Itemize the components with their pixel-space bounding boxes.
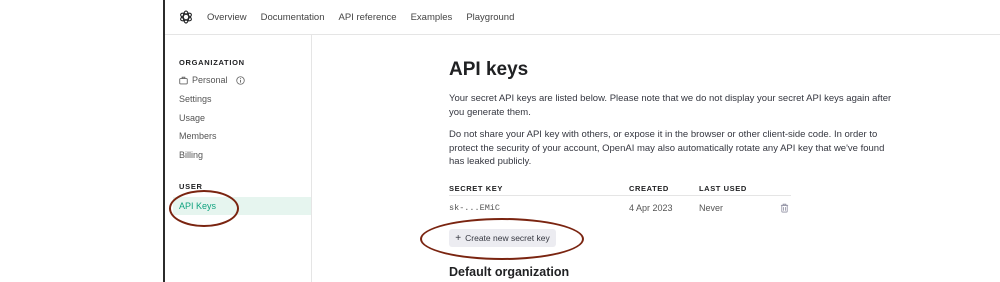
sidebar: ORGANIZATION Personal Settings Usage Mem… <box>165 35 312 282</box>
info-icon[interactable] <box>235 75 245 85</box>
last-used-value: Never <box>699 203 724 213</box>
create-secret-key-button[interactable]: + Create new secret key <box>449 229 556 247</box>
nav-link-api-reference[interactable]: API reference <box>339 12 397 23</box>
user-heading: USER <box>179 182 203 191</box>
create-secret-key-label: Create new secret key <box>465 233 550 243</box>
nav-link-playground[interactable]: Playground <box>466 12 514 23</box>
sidebar-item-usage[interactable]: Usage <box>179 113 205 123</box>
table-divider <box>449 195 791 196</box>
nav-link-documentation[interactable]: Documentation <box>261 12 325 23</box>
created-date: 4 Apr 2023 <box>629 203 673 213</box>
secret-key-value: sk-...EMiC <box>449 203 501 213</box>
column-header-last-used: LAST USED <box>699 184 747 193</box>
openai-logo-icon[interactable] <box>178 9 194 25</box>
top-navigation: Overview Documentation API reference Exa… <box>165 0 1000 35</box>
plus-icon: + <box>455 232 462 244</box>
organization-name: Personal <box>192 75 228 85</box>
intro-paragraph: Your secret API keys are listed below. P… <box>449 93 892 118</box>
default-organization-heading: Default organization <box>449 265 570 279</box>
sidebar-item-api-keys[interactable]: API Keys <box>173 197 311 215</box>
briefcase-icon <box>179 76 188 84</box>
sidebar-item-billing[interactable]: Billing <box>179 150 203 160</box>
column-header-created: CREATED <box>629 184 669 193</box>
nav-link-examples[interactable]: Examples <box>411 12 453 23</box>
nav-link-overview[interactable]: Overview <box>207 12 247 23</box>
security-paragraph: Do not share your API key with others, o… <box>449 129 885 167</box>
trash-icon[interactable] <box>780 203 789 213</box>
sidebar-item-members[interactable]: Members <box>179 131 217 141</box>
organization-selector[interactable]: Personal <box>179 75 245 85</box>
page-title: API keys <box>449 59 529 80</box>
sidebar-item-settings[interactable]: Settings <box>179 94 212 104</box>
nav-links: Overview Documentation API reference Exa… <box>207 0 514 34</box>
organization-heading: ORGANIZATION <box>179 58 245 67</box>
column-header-secret-key: SECRET KEY <box>449 184 503 193</box>
sidebar-item-api-keys-label: API Keys <box>179 201 217 211</box>
